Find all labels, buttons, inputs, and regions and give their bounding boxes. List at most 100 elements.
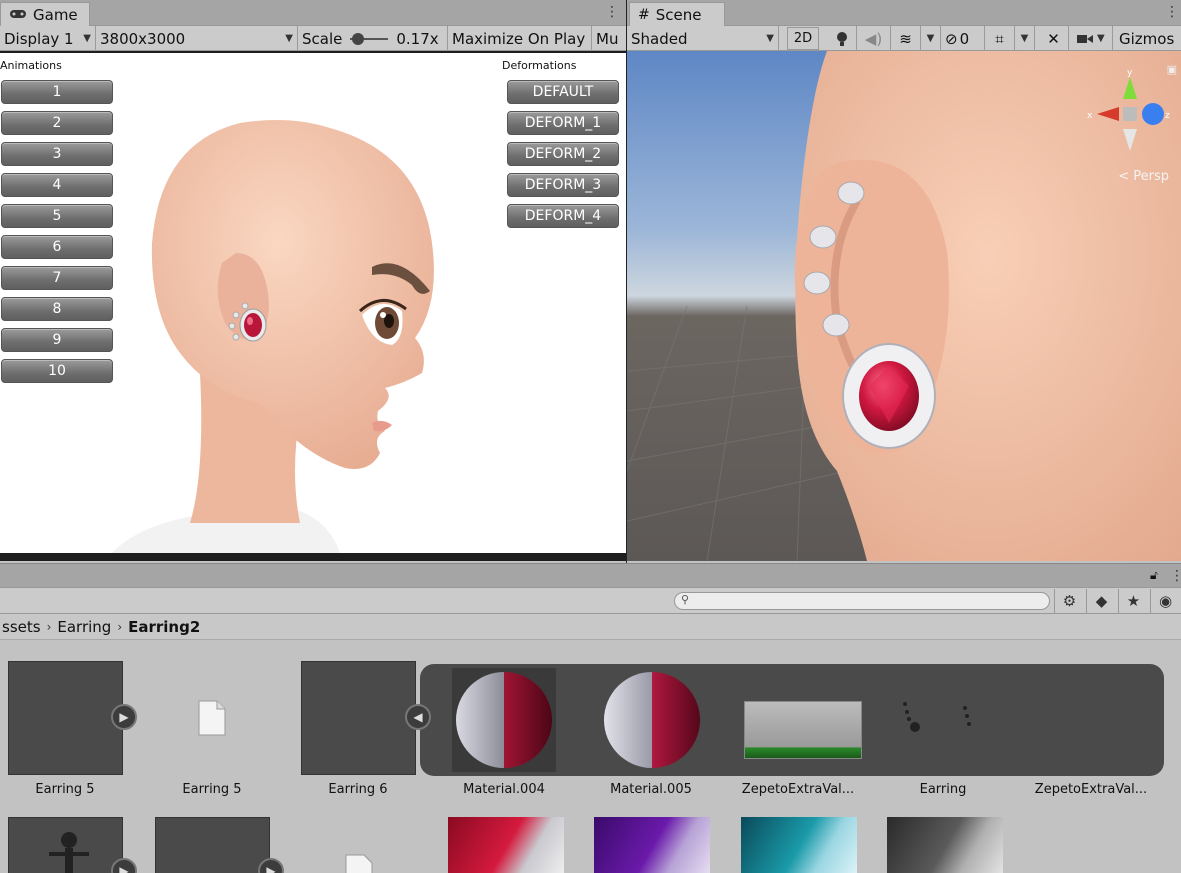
- animation-button-6[interactable]: 6: [1, 235, 113, 259]
- tag-icon[interactable]: ◆: [1086, 589, 1116, 613]
- animation-button-9[interactable]: 9: [1, 328, 113, 352]
- tab-game[interactable]: Game: [0, 2, 90, 26]
- material-005-thumb[interactable]: [600, 668, 704, 772]
- asset-label: Earring 6: [328, 782, 388, 797]
- audio-icon[interactable]: ◀): [857, 26, 891, 51]
- asset-label: ZepetoExtraVal...: [1034, 782, 1148, 797]
- eye-off-icon: ⊘: [945, 29, 958, 48]
- lock-icon[interactable]: 🔓︎: [1150, 568, 1158, 583]
- asset-label: Earring 5: [35, 782, 95, 797]
- filter-icon[interactable]: ⚙: [1054, 589, 1084, 613]
- asset-thumb-model[interactable]: [155, 817, 270, 873]
- tools-icon[interactable]: ✕: [1039, 26, 1069, 51]
- asset-label: Material.004: [463, 782, 545, 797]
- tab-scene[interactable]: # Scene: [629, 2, 725, 26]
- display-value: Display 1: [4, 29, 74, 48]
- material-gray-thumb[interactable]: [887, 817, 1003, 873]
- axis-z-label: z: [1165, 111, 1170, 121]
- tab-scene-label: Scene: [655, 5, 702, 24]
- axis-y-label: y: [1127, 69, 1133, 78]
- scene-toolbar: Shaded ▼ 2D ◀) ≋ ▼ ⊘ 0 ⌗ ▼ ✕ ▼ Gizmos: [627, 26, 1181, 51]
- play-icon[interactable]: ▶: [111, 858, 137, 873]
- asset-label: Material.005: [610, 782, 692, 797]
- hidden-count: 0: [959, 29, 970, 48]
- animation-button-7[interactable]: 7: [1, 266, 113, 290]
- chevron-right-icon: ›: [46, 619, 52, 634]
- lightbulb-icon[interactable]: [827, 26, 857, 51]
- orientation-gizmo[interactable]: x z y: [1085, 69, 1175, 169]
- slider-thumb[interactable]: [352, 32, 365, 45]
- lock-icon[interactable]: ▣: [1167, 63, 1177, 76]
- collapse-icon[interactable]: ◀: [405, 704, 431, 730]
- scene-visibility-toggle[interactable]: ⊘ 0: [941, 26, 985, 51]
- deformations-label: Deformations: [502, 59, 577, 72]
- scale-control: Scale 0.17x: [298, 26, 448, 51]
- camera-icon[interactable]: ▼: [1073, 26, 1113, 51]
- game-tabbar: Game ⋮: [0, 0, 626, 26]
- shading-mode-dropdown[interactable]: Shaded ▼: [627, 26, 779, 51]
- display-dropdown[interactable]: Display 1 ▼: [0, 26, 96, 51]
- chevron-down-icon: ▼: [285, 33, 293, 44]
- toggle-2d-button[interactable]: 2D: [787, 27, 819, 50]
- layers-icon[interactable]: ≋: [891, 26, 921, 51]
- chevron-right-icon: ›: [117, 619, 123, 634]
- projection-label[interactable]: < Persp: [1118, 169, 1169, 184]
- file-icon[interactable]: [345, 854, 373, 873]
- material-purple-thumb[interactable]: [594, 817, 710, 873]
- file-icon[interactable]: [198, 700, 226, 740]
- animation-button-8[interactable]: 8: [1, 297, 113, 321]
- animation-button-3[interactable]: 3: [1, 142, 113, 166]
- zepeto-texture-thumb[interactable]: [744, 701, 862, 759]
- kebab-icon[interactable]: ⋮: [1170, 568, 1181, 584]
- deform-2-button[interactable]: DEFORM_2: [507, 142, 619, 166]
- mute-label: Mu: [596, 29, 619, 48]
- animation-button-1[interactable]: 1: [1, 80, 113, 104]
- animation-button-4[interactable]: 4: [1, 173, 113, 197]
- breadcrumb: ssets › Earring › Earring2: [0, 614, 1181, 640]
- asset-thumb-earring6-model[interactable]: [301, 661, 416, 775]
- deform-1-button[interactable]: DEFORM_1: [507, 111, 619, 135]
- breadcrumb-item-earring2[interactable]: Earring2: [128, 618, 200, 636]
- scene-view[interactable]: x z y ▣ < Persp: [627, 51, 1181, 561]
- deform-4-button[interactable]: DEFORM_4: [507, 204, 619, 228]
- material-red-thumb[interactable]: [448, 817, 564, 873]
- search-input[interactable]: ⚲: [674, 592, 1050, 610]
- star-icon[interactable]: ★: [1118, 589, 1148, 613]
- deform-3-button[interactable]: DEFORM_3: [507, 173, 619, 197]
- eye-icon[interactable]: ◉: [1150, 589, 1180, 613]
- mute-audio-toggle[interactable]: Mu: [592, 26, 626, 51]
- snap-dropdown[interactable]: ▼: [1015, 26, 1035, 51]
- game-canvas: Animations Deformations 1 2 3 4 5 6 7 8 …: [0, 53, 626, 553]
- asset-thumb-earring5-model[interactable]: [8, 661, 123, 775]
- material-004-thumb[interactable]: [452, 668, 556, 772]
- maximize-label: Maximize On Play: [452, 29, 586, 48]
- asset-label: ZepetoExtraVal...: [741, 782, 855, 797]
- breadcrumb-item-earring[interactable]: Earring: [57, 618, 111, 636]
- chevron-down-icon: ▼: [1020, 33, 1029, 44]
- kebab-icon[interactable]: ⋮: [605, 4, 619, 20]
- deform-default-button[interactable]: DEFAULT: [507, 80, 619, 104]
- gizmos-button[interactable]: Gizmos: [1115, 26, 1181, 51]
- game-view: Animations Deformations 1 2 3 4 5 6 7 8 …: [0, 51, 626, 561]
- animation-button-5[interactable]: 5: [1, 204, 113, 228]
- resolution-dropdown[interactable]: 3800x3000 ▼: [96, 26, 298, 51]
- scale-label: Scale: [302, 29, 343, 48]
- scene-tabbar: # Scene ⋮: [627, 0, 1181, 26]
- animation-button-10[interactable]: 10: [1, 359, 113, 383]
- tab-game-label: Game: [33, 5, 78, 24]
- animation-button-2[interactable]: 2: [1, 111, 113, 135]
- play-icon[interactable]: ▶: [111, 704, 137, 730]
- scale-slider[interactable]: [350, 32, 389, 45]
- play-icon[interactable]: ▶: [258, 858, 284, 873]
- kebab-icon[interactable]: ⋮: [1165, 4, 1179, 20]
- layers-dropdown[interactable]: ▼: [921, 26, 941, 51]
- move-tool-icon[interactable]: ⌗: [985, 26, 1015, 51]
- material-teal-thumb[interactable]: [741, 817, 857, 873]
- search-icon: ⚲: [681, 593, 690, 606]
- earring-mesh-thumb[interactable]: [895, 694, 985, 744]
- maximize-on-play-toggle[interactable]: Maximize On Play: [448, 26, 592, 51]
- breadcrumb-item-assets[interactable]: ssets: [2, 618, 41, 636]
- axis-x-label: x: [1087, 111, 1093, 121]
- asset-thumb-character-model[interactable]: [8, 817, 123, 873]
- toggle-2d-label: 2D: [793, 31, 813, 46]
